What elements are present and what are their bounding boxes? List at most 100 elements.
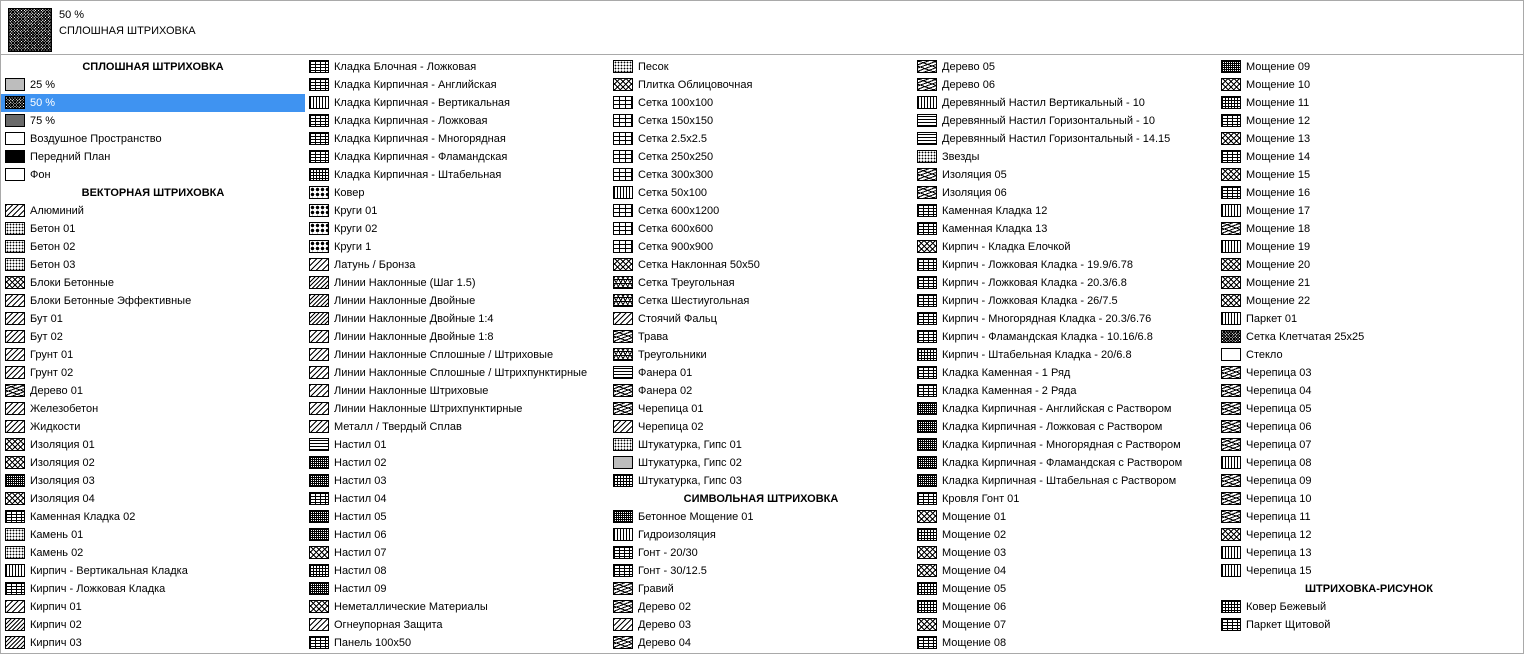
fill-list-item[interactable]: Черепица 07 bbox=[1217, 436, 1521, 454]
fill-list-item[interactable]: Мощение 14 bbox=[1217, 148, 1521, 166]
fill-list-item[interactable]: Бут 02 bbox=[1, 328, 305, 346]
fill-list-item[interactable]: Мощение 06 bbox=[913, 598, 1217, 616]
fill-list-item[interactable]: Черепица 06 bbox=[1217, 418, 1521, 436]
fill-list-item[interactable]: Бут 01 bbox=[1, 310, 305, 328]
fill-list-item[interactable]: Штукатурка, Гипс 01 bbox=[609, 436, 913, 454]
fill-list-item[interactable]: Линии Наклонные Двойные bbox=[305, 292, 609, 310]
fill-list-item[interactable]: Передний План bbox=[1, 148, 305, 166]
fill-list-item[interactable]: Латунь / Бронза bbox=[305, 256, 609, 274]
fill-list-item[interactable]: Камень 02 bbox=[1, 544, 305, 562]
fill-list-item[interactable]: Блоки Бетонные bbox=[1, 274, 305, 292]
fill-list-item[interactable]: 50 % bbox=[1, 94, 305, 112]
fill-list-item[interactable]: Треугольники bbox=[609, 346, 913, 364]
fill-list-item[interactable]: 75 % bbox=[1, 112, 305, 130]
fill-list-item[interactable]: Линии Наклонные (Шаг 1.5) bbox=[305, 274, 609, 292]
fill-list-item[interactable]: Черепица 09 bbox=[1217, 472, 1521, 490]
fill-list-item[interactable]: Фон bbox=[1, 166, 305, 184]
fill-list-item[interactable]: Гравий bbox=[609, 580, 913, 598]
fill-list-item[interactable]: Кровля Гонт 01 bbox=[913, 490, 1217, 508]
fill-list-item[interactable]: Кладка Кирпичная - Ложковая с Раствором bbox=[913, 418, 1217, 436]
fill-list-item[interactable]: Деревянный Настил Вертикальный - 10 bbox=[913, 94, 1217, 112]
fill-list-item[interactable]: Стекло bbox=[1217, 346, 1521, 364]
fill-list-item[interactable]: Сетка 600x1200 bbox=[609, 202, 913, 220]
fill-list-item[interactable]: Мощение 15 bbox=[1217, 166, 1521, 184]
fill-list-item[interactable]: Кладка Каменная - 1 Ряд bbox=[913, 364, 1217, 382]
fill-list-item[interactable]: Линии Наклонные Штрихпунктирные bbox=[305, 400, 609, 418]
fill-list-item[interactable]: Сетка 100x100 bbox=[609, 94, 913, 112]
fill-list-item[interactable]: Сетка 150x150 bbox=[609, 112, 913, 130]
fill-list-item[interactable]: Кирпич - Ложковая Кладка - 26/7.5 bbox=[913, 292, 1217, 310]
fill-list-item[interactable]: Мощение 12 bbox=[1217, 112, 1521, 130]
fill-list-item[interactable]: Дерево 04 bbox=[609, 634, 913, 652]
fill-list-item[interactable]: Линии Наклонные Сплошные / Штриховые bbox=[305, 346, 609, 364]
fill-list-item[interactable]: Трава bbox=[609, 328, 913, 346]
fill-list-item[interactable]: Каменная Кладка 13 bbox=[913, 220, 1217, 238]
fill-list-item[interactable]: Изоляция 01 bbox=[1, 436, 305, 454]
fill-list-item[interactable]: Настил 08 bbox=[305, 562, 609, 580]
fill-list-item[interactable]: Гонт - 30/12.5 bbox=[609, 562, 913, 580]
fill-list-item[interactable]: Настил 09 bbox=[305, 580, 609, 598]
fill-list-item[interactable]: Паркет 01 bbox=[1217, 310, 1521, 328]
fill-list-item[interactable]: Паркет Щитовой bbox=[1217, 616, 1521, 634]
fill-list-item[interactable]: Круги 02 bbox=[305, 220, 609, 238]
fill-list-item[interactable]: Деревянный Настил Горизонтальный - 14.15 bbox=[913, 130, 1217, 148]
fill-list-item[interactable]: Кирпич - Штабельная Кладка - 20/6.8 bbox=[913, 346, 1217, 364]
fill-list-item[interactable]: Кладка Кирпичная - Штабельная с Растворо… bbox=[913, 472, 1217, 490]
fill-list-item[interactable]: Фанера 02 bbox=[609, 382, 913, 400]
fill-list-item[interactable]: Линии Наклонные Сплошные / Штрихпунктирн… bbox=[305, 364, 609, 382]
fill-list-item[interactable]: Сетка 600x600 bbox=[609, 220, 913, 238]
fill-list-item[interactable]: Бетон 03 bbox=[1, 256, 305, 274]
fill-list-item[interactable]: Черепица 04 bbox=[1217, 382, 1521, 400]
fill-list-item[interactable]: Неметаллические Материалы bbox=[305, 598, 609, 616]
fill-list-item[interactable]: Мощение 22 bbox=[1217, 292, 1521, 310]
fill-list-item[interactable]: Мощение 09 bbox=[1217, 58, 1521, 76]
fill-list-item[interactable]: Изоляция 06 bbox=[913, 184, 1217, 202]
fill-list-item[interactable]: Мощение 11 bbox=[1217, 94, 1521, 112]
fill-list-item[interactable]: Сетка 50x100 bbox=[609, 184, 913, 202]
fill-list-item[interactable]: Гидроизоляция bbox=[609, 526, 913, 544]
fill-list-item[interactable]: Мощение 08 bbox=[913, 634, 1217, 652]
fill-list-item[interactable]: Черепица 10 bbox=[1217, 490, 1521, 508]
fill-list-item[interactable]: Дерево 02 bbox=[609, 598, 913, 616]
fill-list-item[interactable]: Дерево 01 bbox=[1, 382, 305, 400]
fill-list-item[interactable]: Камень 01 bbox=[1, 526, 305, 544]
fill-list-item[interactable]: Дерево 05 bbox=[913, 58, 1217, 76]
fill-list-item[interactable]: Кирпич - Ложковая Кладка - 20.3/6.8 bbox=[913, 274, 1217, 292]
fill-list-item[interactable]: Кладка Кирпичная - Английская bbox=[305, 76, 609, 94]
fill-list-item[interactable]: Настил 03 bbox=[305, 472, 609, 490]
fill-list-item[interactable]: Кирпич 03 bbox=[1, 634, 305, 652]
fill-list-item[interactable]: Звезды bbox=[913, 148, 1217, 166]
fill-list-item[interactable]: Мощение 20 bbox=[1217, 256, 1521, 274]
fill-list-item[interactable]: Грунт 02 bbox=[1, 364, 305, 382]
fill-list-item[interactable]: Гонт - 20/30 bbox=[609, 544, 913, 562]
fill-list-item[interactable]: Плитка Облицовочная bbox=[609, 76, 913, 94]
fill-list-item[interactable]: Фанера 01 bbox=[609, 364, 913, 382]
fill-list-item[interactable]: Сетка 300x300 bbox=[609, 166, 913, 184]
fill-list-item[interactable]: Мощение 18 bbox=[1217, 220, 1521, 238]
fill-list-item[interactable]: Грунт 01 bbox=[1, 346, 305, 364]
fill-list-item[interactable]: Черепица 01 bbox=[609, 400, 913, 418]
fill-list-item[interactable]: Деревянный Настил Горизонтальный - 10 bbox=[913, 112, 1217, 130]
fill-list-item[interactable]: Изоляция 05 bbox=[913, 166, 1217, 184]
fill-list-item[interactable]: Мощение 02 bbox=[913, 526, 1217, 544]
fill-list-item[interactable]: Линии Наклонные Двойные 1:8 bbox=[305, 328, 609, 346]
fill-list-item[interactable]: Настил 05 bbox=[305, 508, 609, 526]
fill-list-item[interactable]: Кирпич - Вертикальная Кладка bbox=[1, 562, 305, 580]
fill-list-item[interactable]: Мощение 16 bbox=[1217, 184, 1521, 202]
fill-list-item[interactable]: Каменная Кладка 02 bbox=[1, 508, 305, 526]
fill-list-item[interactable]: Сетка Шестиугольная bbox=[609, 292, 913, 310]
fill-list-item[interactable]: Сетка Наклонная 50x50 bbox=[609, 256, 913, 274]
fill-list-item[interactable]: Кладка Кирпичная - Вертикальная bbox=[305, 94, 609, 112]
fill-list-item[interactable]: Настил 01 bbox=[305, 436, 609, 454]
fill-list-item[interactable]: Черепица 13 bbox=[1217, 544, 1521, 562]
fill-list-item[interactable]: Кладка Кирпичная - Ложковая bbox=[305, 112, 609, 130]
fill-list-item[interactable]: Настил 06 bbox=[305, 526, 609, 544]
fill-list-item[interactable]: Сетка 900x900 bbox=[609, 238, 913, 256]
fill-list-item[interactable]: Изоляция 03 bbox=[1, 472, 305, 490]
fill-list-item[interactable]: Железобетон bbox=[1, 400, 305, 418]
fill-list-item[interactable]: Штукатурка, Гипс 03 bbox=[609, 472, 913, 490]
fill-list-item[interactable]: Штукатурка, Гипс 02 bbox=[609, 454, 913, 472]
fill-list-item[interactable]: Алюминий bbox=[1, 202, 305, 220]
fill-list-item[interactable]: Кладка Кирпичная - Многорядная с Раствор… bbox=[913, 436, 1217, 454]
fill-list-item[interactable]: Мощение 01 bbox=[913, 508, 1217, 526]
